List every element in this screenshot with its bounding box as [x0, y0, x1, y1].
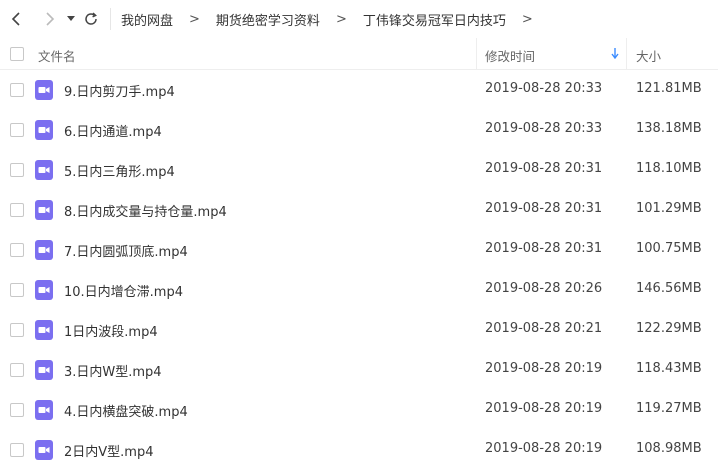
caret-down-icon	[67, 16, 75, 21]
file-name[interactable]: 10.日内增仓滞.mp4	[64, 281, 183, 300]
file-name[interactable]: 4.日内横盘突破.mp4	[64, 401, 188, 420]
sort-desc-icon[interactable]	[611, 48, 619, 59]
file-name[interactable]: 1日内波段.mp4	[64, 321, 158, 340]
column-divider[interactable]	[476, 38, 477, 70]
video-file-icon	[35, 280, 53, 300]
breadcrumb-separator: >	[189, 11, 200, 27]
file-row[interactable]: 9.日内剪刀手.mp4 2019-08-28 20:33 121.81MB	[0, 70, 718, 110]
breadcrumb-item-folder[interactable]: 期货绝密学习资料	[214, 10, 322, 29]
file-modified-time: 2019-08-28 20:33	[485, 121, 603, 136]
file-modified-time: 2019-08-28 20:19	[485, 361, 603, 376]
file-row[interactable]: 6.日内通道.mp4 2019-08-28 20:33 138.18MB	[0, 110, 718, 150]
forward-button[interactable]	[36, 0, 62, 38]
refresh-icon	[85, 12, 97, 25]
file-row[interactable]: 2日内V型.mp4 2019-08-28 20:19 108.98MB	[0, 430, 718, 470]
file-name[interactable]: 5.日内三角形.mp4	[64, 161, 175, 180]
breadcrumb: 我的网盘 > 期货绝密学习资料 > 丁伟锋交易冠军日内技巧 >	[119, 10, 547, 29]
column-header: 文件名 修改时间 大小	[0, 38, 718, 70]
file-size: 119.27MB	[636, 401, 702, 416]
back-arrow-icon	[11, 12, 20, 26]
row-checkbox[interactable]	[10, 243, 24, 257]
toolbar-divider	[110, 8, 111, 30]
file-size: 118.43MB	[636, 361, 702, 376]
refresh-button[interactable]	[80, 0, 102, 38]
file-size: 122.29MB	[636, 321, 702, 336]
breadcrumb-item-root[interactable]: 我的网盘	[119, 10, 175, 29]
row-checkbox[interactable]	[10, 363, 24, 377]
video-file-icon	[35, 160, 53, 180]
file-name[interactable]: 9.日内剪刀手.mp4	[64, 81, 175, 100]
forward-arrow-icon	[46, 12, 55, 26]
video-file-icon	[35, 200, 53, 220]
file-list: 9.日内剪刀手.mp4 2019-08-28 20:33 121.81MB 6.…	[0, 70, 718, 470]
video-file-icon	[35, 360, 53, 380]
breadcrumb-separator: >	[335, 11, 347, 27]
file-name[interactable]: 6.日内通道.mp4	[64, 121, 162, 140]
file-modified-time: 2019-08-28 20:21	[485, 321, 603, 336]
breadcrumb-separator: >	[521, 11, 533, 27]
file-modified-time: 2019-08-28 20:31	[485, 241, 603, 256]
back-button[interactable]	[4, 0, 30, 38]
file-size: 118.10MB	[636, 161, 702, 176]
row-checkbox[interactable]	[10, 203, 24, 217]
file-size: 100.75MB	[636, 241, 702, 256]
file-row[interactable]: 4.日内横盘突破.mp4 2019-08-28 20:19 119.27MB	[0, 390, 718, 430]
file-modified-time: 2019-08-28 20:31	[485, 201, 603, 216]
row-checkbox[interactable]	[10, 443, 24, 457]
file-row[interactable]: 7.日内圆弧顶底.mp4 2019-08-28 20:31 100.75MB	[0, 230, 718, 270]
breadcrumb-item-current[interactable]: 丁伟锋交易冠军日内技巧	[361, 10, 508, 29]
file-modified-time: 2019-08-28 20:33	[485, 81, 603, 96]
file-row[interactable]: 1日内波段.mp4 2019-08-28 20:21 122.29MB	[0, 310, 718, 350]
file-name[interactable]: 3.日内W型.mp4	[64, 361, 162, 380]
file-modified-time: 2019-08-28 20:19	[485, 401, 603, 416]
file-name[interactable]: 7.日内圆弧顶底.mp4	[64, 241, 188, 260]
toolbar: 我的网盘 > 期货绝密学习资料 > 丁伟锋交易冠军日内技巧 >	[0, 0, 718, 38]
header-time[interactable]: 修改时间	[485, 46, 535, 65]
row-checkbox[interactable]	[10, 83, 24, 97]
video-file-icon	[35, 400, 53, 420]
file-size: 146.56MB	[636, 281, 702, 296]
file-name[interactable]: 8.日内成交量与持仓量.mp4	[64, 201, 227, 220]
column-divider[interactable]	[626, 38, 627, 70]
row-checkbox[interactable]	[10, 123, 24, 137]
file-size: 138.18MB	[636, 121, 702, 136]
row-checkbox[interactable]	[10, 163, 24, 177]
select-all-checkbox[interactable]	[10, 47, 24, 61]
row-checkbox[interactable]	[10, 403, 24, 417]
file-modified-time: 2019-08-28 20:26	[485, 281, 603, 296]
history-dropdown-button[interactable]	[62, 0, 80, 38]
file-modified-time: 2019-08-28 20:19	[485, 441, 603, 456]
file-name[interactable]: 2日内V型.mp4	[64, 441, 153, 460]
file-size: 108.98MB	[636, 441, 702, 456]
video-file-icon	[35, 240, 53, 260]
file-row[interactable]: 10.日内增仓滞.mp4 2019-08-28 20:26 146.56MB	[0, 270, 718, 310]
video-file-icon	[35, 80, 53, 100]
video-file-icon	[35, 120, 53, 140]
file-size: 101.29MB	[636, 201, 702, 216]
row-checkbox[interactable]	[10, 323, 24, 337]
file-size: 121.81MB	[636, 81, 702, 96]
header-size[interactable]: 大小	[636, 46, 661, 65]
file-row[interactable]: 8.日内成交量与持仓量.mp4 2019-08-28 20:31 101.29M…	[0, 190, 718, 230]
file-modified-time: 2019-08-28 20:31	[485, 161, 603, 176]
video-file-icon	[35, 440, 53, 460]
row-checkbox[interactable]	[10, 283, 24, 297]
header-name[interactable]: 文件名	[38, 46, 76, 65]
video-file-icon	[35, 320, 53, 340]
file-row[interactable]: 5.日内三角形.mp4 2019-08-28 20:31 118.10MB	[0, 150, 718, 190]
file-row[interactable]: 3.日内W型.mp4 2019-08-28 20:19 118.43MB	[0, 350, 718, 390]
